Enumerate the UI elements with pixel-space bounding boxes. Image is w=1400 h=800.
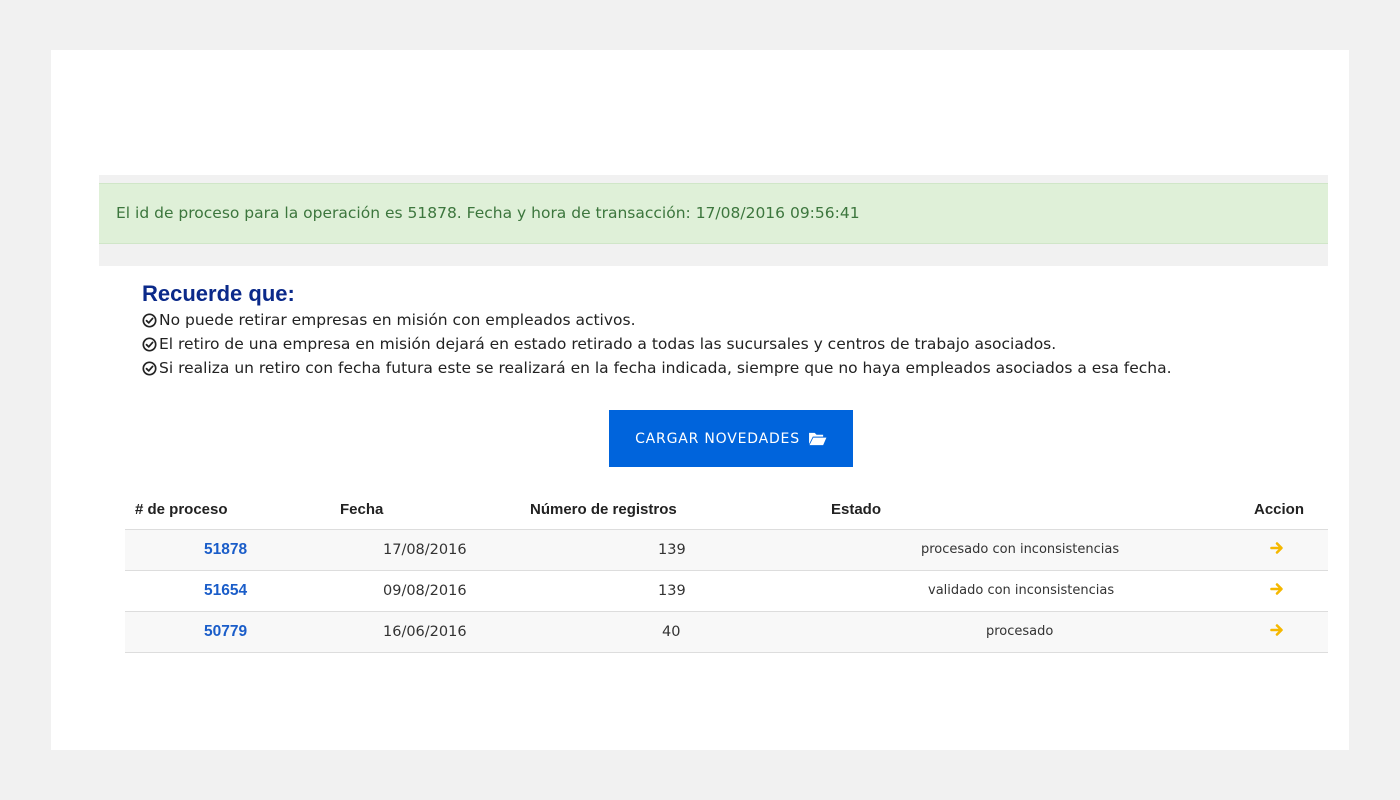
content-card: El id de proceso para la operación es 51… [51, 50, 1349, 750]
header-process: # de proceso [135, 501, 228, 518]
reminder-item-text: No puede retirar empresas en misión con … [159, 311, 636, 329]
row-date: 09/08/2016 [383, 583, 467, 599]
reminder-item: Si realiza un retiro con fecha futura es… [142, 356, 1242, 380]
reminder-section: Recuerde que: No puede retirar empresas … [142, 280, 1242, 380]
table-row: 51654 09/08/2016 139 validado con incons… [125, 571, 1328, 612]
process-id-link[interactable]: 51654 [204, 582, 247, 600]
alert-message: El id de proceso para la operación es 51… [116, 204, 860, 222]
process-table: # de proceso Fecha Número de registros E… [125, 490, 1328, 653]
header-date: Fecha [340, 501, 384, 518]
row-records: 40 [662, 624, 681, 640]
row-date: 17/08/2016 [383, 542, 467, 558]
row-status: procesado [986, 624, 1054, 639]
reminder-title: Recuerde que: [142, 281, 295, 306]
check-circle-icon [142, 360, 157, 376]
check-circle-icon [142, 312, 157, 328]
process-id-link[interactable]: 51878 [204, 541, 247, 559]
process-id-link[interactable]: 50779 [204, 623, 247, 641]
reminder-item-text: Si realiza un retiro con fecha futura es… [159, 359, 1172, 377]
arrow-right-icon[interactable] [1270, 582, 1284, 596]
success-alert: El id de proceso para la operación es 51… [99, 183, 1328, 244]
upload-novedades-button[interactable]: CARGAR NOVEDADES [609, 410, 853, 467]
header-status: Estado [831, 501, 882, 518]
header-action: Accion [1254, 501, 1305, 518]
table-row: 50779 16/06/2016 40 procesado [125, 612, 1328, 653]
upload-button-label: CARGAR NOVEDADES [635, 430, 800, 447]
reminder-item: El retiro de una empresa en misión dejar… [142, 332, 1242, 356]
reminder-item-text: El retiro de una empresa en misión dejar… [159, 335, 1057, 353]
header-records: Número de registros [530, 501, 677, 518]
arrow-right-icon[interactable] [1270, 541, 1284, 555]
row-date: 16/06/2016 [383, 624, 467, 640]
row-records: 139 [658, 542, 686, 558]
table-header: # de proceso Fecha Número de registros E… [125, 490, 1328, 530]
check-circle-icon [142, 336, 157, 352]
reminder-item: No puede retirar empresas en misión con … [142, 308, 1242, 332]
folder-open-icon [808, 432, 827, 446]
row-records: 139 [658, 583, 686, 599]
row-status: validado con inconsistencias [928, 583, 1115, 598]
alert-container: El id de proceso para la operación es 51… [99, 175, 1328, 266]
arrow-right-icon[interactable] [1270, 623, 1284, 637]
row-status: procesado con inconsistencias [921, 542, 1120, 557]
table-row: 51878 17/08/2016 139 procesado con incon… [125, 530, 1328, 571]
